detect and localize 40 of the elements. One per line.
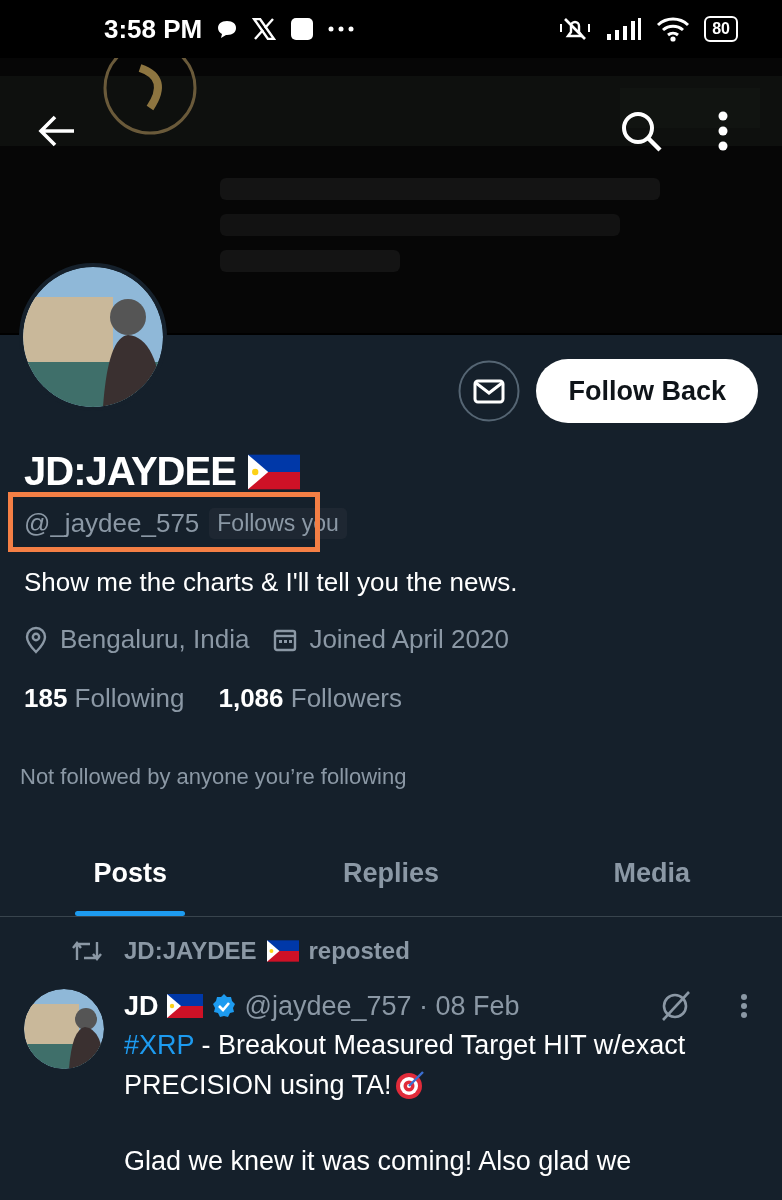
more-dots-icon bbox=[328, 26, 355, 32]
more-menu-icon[interactable] bbox=[718, 111, 728, 151]
profile-bio: Show me the charts & I'll tell you the news. bbox=[24, 567, 519, 598]
profile-tab[interactable]: Media bbox=[521, 842, 782, 916]
following-link[interactable]: 185 Following bbox=[24, 683, 185, 714]
search-icon[interactable] bbox=[620, 110, 662, 152]
post-text: PRECISION using TA! bbox=[124, 1069, 392, 1102]
location-text: Bengaluru, India bbox=[60, 624, 250, 655]
status-time: 3:58 PM bbox=[104, 13, 203, 45]
square-app-icon bbox=[290, 17, 315, 41]
mutual-followers-note: Not followed by anyone you’re following bbox=[20, 764, 408, 790]
repost-label: reposted bbox=[308, 937, 410, 965]
chat-bubble-icon bbox=[216, 19, 239, 39]
post-text: #XRP - Breakout Measured Target HIT w/exact bbox=[124, 1029, 687, 1062]
post-text: Glad we knew it was coming! Also glad we bbox=[124, 1145, 633, 1178]
followers-link[interactable]: 1,086 Followers bbox=[218, 683, 402, 714]
hashtag-link[interactable]: #XRP bbox=[124, 1030, 195, 1060]
reposter-name: JD:JAYDEE bbox=[124, 937, 257, 965]
profile-name: JD:JAYDEE bbox=[24, 449, 236, 494]
message-button[interactable] bbox=[458, 360, 521, 422]
handle-and-date: @jaydee_757 · 08 Feb bbox=[244, 990, 520, 1022]
follow-back-button[interactable]: Follow Back bbox=[536, 359, 758, 423]
profile-handle: @_jaydee_575 bbox=[24, 508, 200, 539]
signal-icon bbox=[606, 17, 643, 41]
joined-date-text: Joined April 2020 bbox=[309, 624, 509, 655]
x-logo-icon bbox=[252, 18, 277, 40]
location-pin-icon bbox=[24, 625, 48, 654]
profile-tab[interactable]: Replies bbox=[260, 842, 522, 916]
battery-indicator: 80 bbox=[704, 16, 738, 42]
flag-icon bbox=[247, 453, 300, 490]
calendar-icon bbox=[273, 627, 298, 652]
flag-icon bbox=[166, 994, 203, 1018]
flag-icon bbox=[266, 940, 299, 962]
target-icon bbox=[393, 1069, 426, 1101]
repost-icon bbox=[72, 940, 102, 962]
author-name: JD bbox=[124, 990, 159, 1022]
back-arrow-icon[interactable] bbox=[38, 115, 76, 147]
more-menu-icon[interactable] bbox=[740, 993, 748, 1019]
wifi-icon bbox=[656, 16, 691, 42]
profile-tab[interactable]: Posts bbox=[0, 842, 261, 916]
